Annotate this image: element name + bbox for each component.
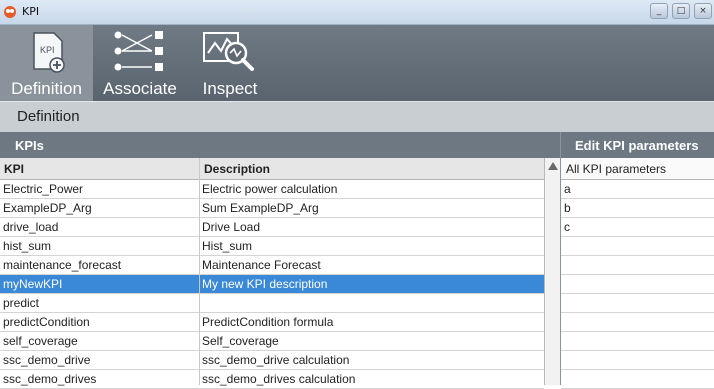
minimize-button[interactable]: _ xyxy=(650,3,668,19)
table-row-selected[interactable]: myNewKPI My new KPI description xyxy=(0,275,544,294)
kpi-name-cell: ssc_demo_drives xyxy=(3,372,97,386)
kpi-add-icon: KPI xyxy=(32,32,65,73)
kpi-description-cell: Electric power calculation xyxy=(202,182,338,196)
kpi-table-header: KPI Description xyxy=(0,158,544,180)
params-panel-title: Edit KPI parameters xyxy=(575,138,699,153)
maximize-button[interactable]: □ xyxy=(672,3,690,19)
param-row-empty[interactable] xyxy=(561,313,714,332)
toolbar-associate-button[interactable]: Associate xyxy=(96,25,184,101)
close-button[interactable]: × xyxy=(694,3,712,19)
param-row-empty[interactable] xyxy=(561,256,714,275)
table-row[interactable]: hist_sum Hist_sum xyxy=(0,237,544,256)
kpi-name-cell: ExampleDP_Arg xyxy=(3,201,92,215)
kpi-name-cell: hist_sum xyxy=(3,239,52,253)
window-titlebar: KPI _ □ × xyxy=(0,0,714,25)
table-row[interactable]: maintenance_forecast Maintenance Forecast xyxy=(0,256,544,275)
params-table: a b c xyxy=(561,180,714,389)
toolbar-associate-label: Associate xyxy=(103,79,177,98)
svg-text:KPI: KPI xyxy=(40,45,55,55)
kpi-description-cell: ssc_demo_drives calculation xyxy=(202,372,356,386)
column-header-description[interactable]: Description xyxy=(204,162,270,176)
kpi-name-cell: myNewKPI xyxy=(3,277,63,291)
kpi-name-cell: ssc_demo_drive xyxy=(3,353,91,367)
kpi-description-cell: Hist_sum xyxy=(202,239,253,253)
table-row[interactable]: ssc_demo_drives ssc_demo_drives calculati… xyxy=(0,370,544,389)
kpi-description-cell: PredictCondition formula xyxy=(202,315,334,329)
table-row[interactable]: drive_load Drive Load xyxy=(0,218,544,237)
kpis-panel-title: KPIs xyxy=(15,138,44,153)
app-icon xyxy=(4,6,16,18)
param-row-empty[interactable] xyxy=(561,237,714,256)
param-row[interactable]: c xyxy=(561,218,714,237)
param-name-cell: c xyxy=(564,220,570,234)
param-row-empty[interactable] xyxy=(561,370,714,389)
kpi-name-cell: predictCondition xyxy=(3,315,90,329)
window-controls: _ □ × xyxy=(650,3,712,19)
associate-nodes-icon xyxy=(114,31,163,71)
kpi-description-cell: Sum ExampleDP_Arg xyxy=(202,201,319,215)
param-name-cell: a xyxy=(564,182,571,196)
window-title: KPI xyxy=(22,5,40,18)
param-row-empty[interactable] xyxy=(561,332,714,351)
toolbar-definition-label: Definition xyxy=(11,79,82,98)
params-panel-header: Edit KPI parameters xyxy=(561,132,714,158)
param-name-cell: b xyxy=(564,201,571,215)
kpi-name-cell: predict xyxy=(3,296,40,310)
kpi-name-cell: self_coverage xyxy=(3,334,78,348)
kpi-description-cell: Maintenance Forecast xyxy=(202,258,321,272)
scroll-up-icon[interactable] xyxy=(548,162,558,170)
param-row[interactable]: b xyxy=(561,199,714,218)
table-row[interactable]: predict xyxy=(0,294,544,313)
column-header-kpi[interactable]: KPI xyxy=(4,162,24,176)
section-title: Definition xyxy=(17,108,80,125)
table-row[interactable]: ssc_demo_drive ssc_demo_drive calculation xyxy=(0,351,544,370)
section-bar: Definition xyxy=(0,101,714,133)
inspect-chart-icon xyxy=(203,32,254,71)
kpi-name-cell: maintenance_forecast xyxy=(3,258,122,272)
param-row-empty[interactable] xyxy=(561,275,714,294)
param-row-empty[interactable] xyxy=(561,351,714,370)
kpi-description-cell: Drive Load xyxy=(202,220,261,234)
param-row[interactable]: a xyxy=(561,180,714,199)
toolbar-definition-button[interactable]: KPI Definition xyxy=(0,25,93,101)
params-table-header: All KPI parameters xyxy=(561,158,714,180)
column-header-all-kpi-parameters[interactable]: All KPI parameters xyxy=(566,162,666,176)
column-divider xyxy=(199,158,200,385)
table-row[interactable]: ExampleDP_Arg Sum ExampleDP_Arg xyxy=(0,199,544,218)
toolbar-inspect-label: Inspect xyxy=(202,79,258,98)
table-row[interactable]: predictCondition PredictCondition formula xyxy=(0,313,544,332)
param-row-empty[interactable] xyxy=(561,294,714,313)
toolbar-inspect-button[interactable]: Inspect xyxy=(188,25,272,101)
kpi-name-cell: Electric_Power xyxy=(3,182,84,196)
kpi-description-cell: ssc_demo_drive calculation xyxy=(202,353,350,367)
kpis-panel-header: KPIs xyxy=(0,132,560,158)
main-toolbar: KPI Definition Associate Inspect xyxy=(0,25,714,101)
kpi-description-cell: Self_coverage xyxy=(202,334,279,348)
table-row[interactable]: Electric_Power Electric power calculation xyxy=(0,180,544,199)
kpi-name-cell: drive_load xyxy=(3,220,59,234)
table-row[interactable]: self_coverage Self_coverage xyxy=(0,332,544,351)
kpi-table: Electric_Power Electric power calculation… xyxy=(0,180,544,389)
kpi-description-cell: My new KPI description xyxy=(202,277,328,291)
kpi-table-scrollbar[interactable] xyxy=(544,158,561,385)
